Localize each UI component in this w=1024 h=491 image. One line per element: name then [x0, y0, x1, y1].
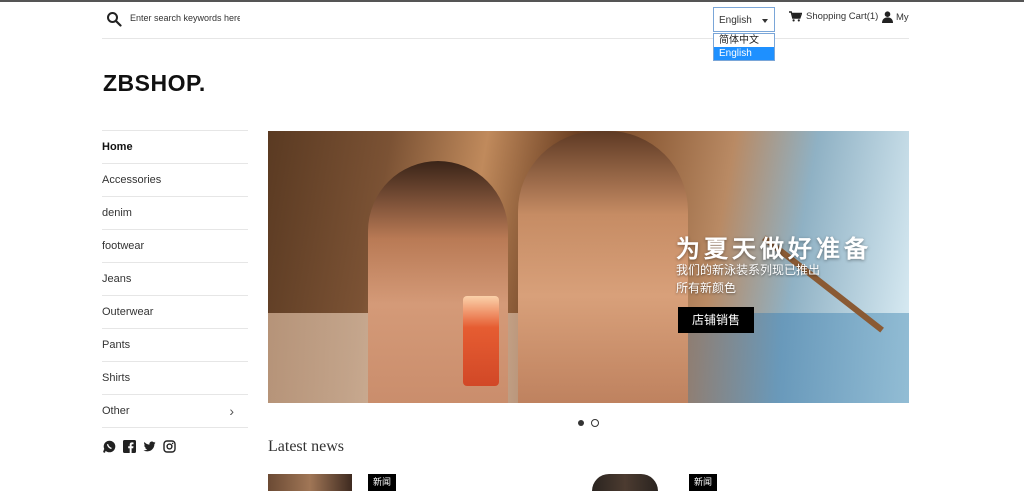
- instagram-icon[interactable]: [163, 440, 176, 453]
- language-option-english[interactable]: English: [714, 47, 774, 60]
- account-label: My: [896, 11, 909, 23]
- caret-down-icon: [762, 19, 768, 23]
- search-icon[interactable]: [106, 11, 122, 27]
- sidebar-item-other-label: Other: [102, 405, 130, 417]
- hero-title: 为夏天做好准备: [676, 236, 872, 263]
- latest-news-heading: Latest news: [268, 438, 344, 455]
- carousel-dot-2[interactable]: [591, 419, 599, 427]
- site-logo[interactable]: ZBSHOP.: [103, 70, 206, 97]
- sidebar-item-denim[interactable]: denim: [102, 197, 248, 230]
- twitter-icon[interactable]: [143, 440, 156, 453]
- whatsapp-icon[interactable]: [103, 440, 116, 453]
- facebook-icon[interactable]: [123, 440, 136, 453]
- hero-shop-button[interactable]: 店铺销售: [678, 307, 754, 333]
- hero-image-figure-right: [518, 131, 688, 403]
- news-thumbnail-1[interactable]: [268, 474, 352, 491]
- hero-banner[interactable]: 为夏天做好准备 我们的新泳装系列现已推出 所有新颜色 店铺销售: [268, 131, 909, 403]
- sidebar-item-shirts[interactable]: Shirts: [102, 362, 248, 395]
- carousel-dot-1[interactable]: [578, 420, 584, 426]
- news-thumbnail-2[interactable]: [592, 474, 658, 491]
- search-input[interactable]: [130, 10, 240, 26]
- account-link[interactable]: My: [882, 11, 909, 23]
- social-links: [103, 440, 176, 453]
- language-option-chinese[interactable]: 简体中文: [714, 34, 774, 47]
- sidebar-item-other[interactable]: Other ›: [102, 395, 248, 428]
- cart-icon: [789, 11, 802, 22]
- sidebar-item-accessories[interactable]: Accessories: [102, 164, 248, 197]
- chevron-right-icon[interactable]: ›: [229, 395, 234, 427]
- sidebar-item-pants[interactable]: Pants: [102, 329, 248, 362]
- sidebar-nav: Home Accessories denim footwear Jeans Ou…: [102, 130, 248, 428]
- sidebar-item-home[interactable]: Home: [102, 131, 248, 164]
- language-dropdown: 简体中文 English: [713, 33, 775, 61]
- hero-image-drink: [463, 296, 499, 386]
- hero-subtitle-line1: 我们的新泳装系列现已推出: [676, 263, 821, 277]
- carousel-dots: [578, 419, 599, 427]
- language-select[interactable]: English: [713, 7, 775, 32]
- sidebar-item-jeans[interactable]: Jeans: [102, 263, 248, 296]
- language-selected-value: English: [719, 15, 752, 26]
- sidebar-item-footwear[interactable]: footwear: [102, 230, 248, 263]
- sidebar-item-outerwear[interactable]: Outerwear: [102, 296, 248, 329]
- shopping-cart-link[interactable]: Shopping Cart(1): [789, 11, 878, 22]
- cart-label: Shopping Cart(1): [806, 11, 879, 22]
- news-tag-1: 新闻: [368, 474, 397, 491]
- hero-subtitle-line2: 所有新颜色: [676, 281, 737, 295]
- header-bar: [102, 2, 909, 39]
- news-tag-2: 新闻: [689, 474, 718, 491]
- user-icon: [882, 11, 893, 23]
